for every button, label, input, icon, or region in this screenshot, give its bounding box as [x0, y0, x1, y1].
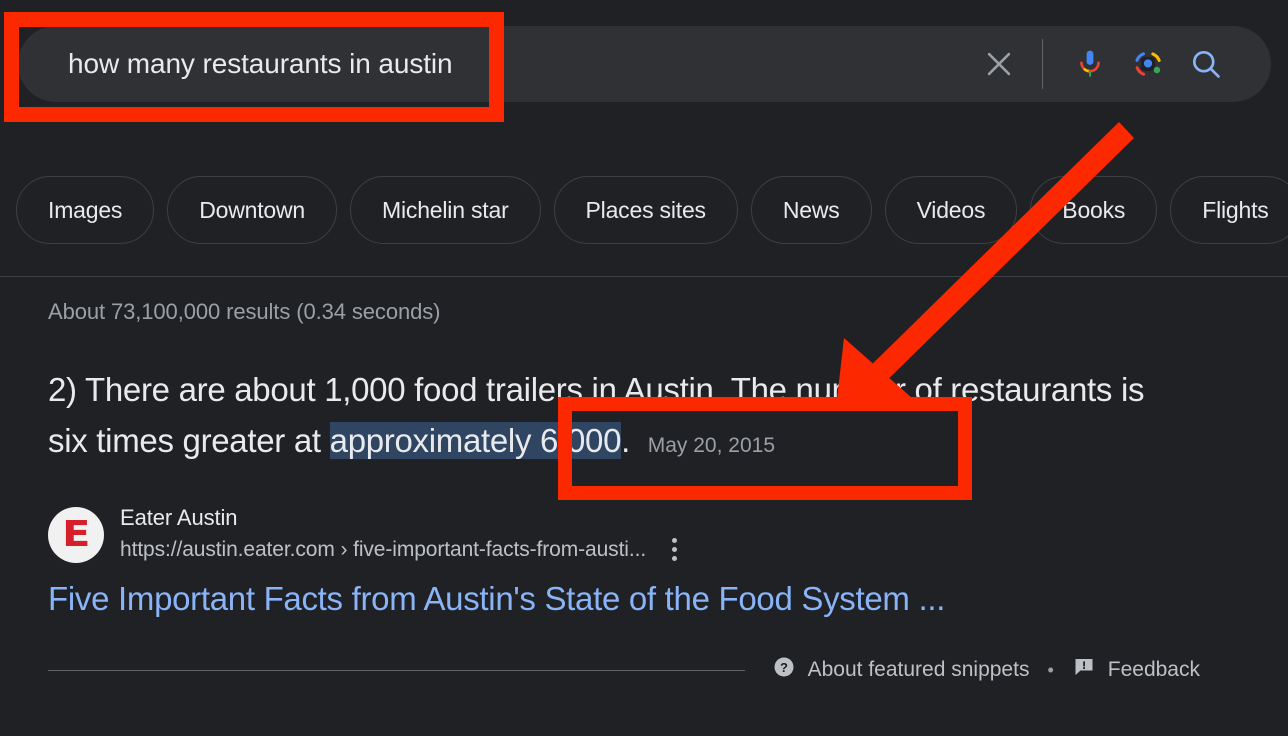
close-icon[interactable]	[972, 37, 1026, 91]
source-name: Eater Austin	[120, 505, 238, 530]
help-icon: ?	[772, 655, 796, 685]
filter-chip-news[interactable]: News	[750, 176, 872, 244]
result-title-link[interactable]: Five Important Facts from Austin's State…	[48, 580, 945, 618]
search-actions	[972, 37, 1235, 91]
search-header: how many restaurants in austin	[0, 0, 1288, 128]
more-options-icon[interactable]	[666, 534, 683, 565]
about-featured-snippets-label: About featured snippets	[807, 658, 1030, 681]
svg-text:?: ?	[780, 660, 788, 675]
filter-chip-downtown[interactable]: Downtown	[167, 176, 338, 244]
favicon-letter: E	[61, 514, 91, 555]
footer-separator: •	[1047, 659, 1054, 680]
feedback-link[interactable]: Feedback	[1072, 655, 1200, 685]
feedback-label: Feedback	[1107, 658, 1200, 681]
filter-chip-flights[interactable]: Flights	[1170, 176, 1288, 244]
result-source[interactable]: E Eater Austin https://austin.eater.com …	[48, 505, 683, 565]
source-url-row: https://austin.eater.com › five-importan…	[120, 534, 683, 565]
snippet-date: May 20, 2015	[647, 434, 776, 457]
search-bar[interactable]: how many restaurants in austin	[18, 26, 1271, 102]
microphone-icon[interactable]	[1065, 39, 1115, 89]
footer-divider	[48, 670, 745, 671]
snippet-text-after: .	[621, 422, 630, 459]
search-input[interactable]: how many restaurants in austin	[68, 48, 453, 80]
filter-chips: Images Downtown Michelin star Places sit…	[0, 176, 1288, 244]
header-divider	[0, 276, 1288, 277]
favicon-icon: E	[48, 507, 104, 563]
snippet-highlighted-answer: approximately 6,000	[329, 422, 622, 459]
divider	[1042, 39, 1043, 89]
about-featured-snippets-link[interactable]: ? About featured snippets	[772, 655, 1030, 685]
featured-snippet: 2) There are about 1,000 food trailers i…	[48, 364, 1168, 471]
results-count: About 73,100,000 results (0.34 seconds)	[48, 299, 441, 324]
filter-chip-books[interactable]: Books	[1030, 176, 1158, 244]
google-lens-icon[interactable]	[1123, 39, 1173, 89]
filter-chip-videos[interactable]: Videos	[884, 176, 1018, 244]
source-meta: Eater Austin https://austin.eater.com › …	[120, 505, 683, 565]
feedback-flag-icon	[1072, 655, 1096, 685]
filter-chip-michelin-star[interactable]: Michelin star	[350, 176, 541, 244]
snippet-footer: ? About featured snippets • Feedback	[772, 655, 1200, 685]
arrow-shaft	[857, 122, 1134, 395]
source-url: https://austin.eater.com › five-importan…	[120, 537, 647, 561]
search-icon[interactable]	[1181, 39, 1231, 89]
filter-chip-images[interactable]: Images	[16, 176, 155, 244]
filter-chip-places-sites[interactable]: Places sites	[553, 176, 738, 244]
